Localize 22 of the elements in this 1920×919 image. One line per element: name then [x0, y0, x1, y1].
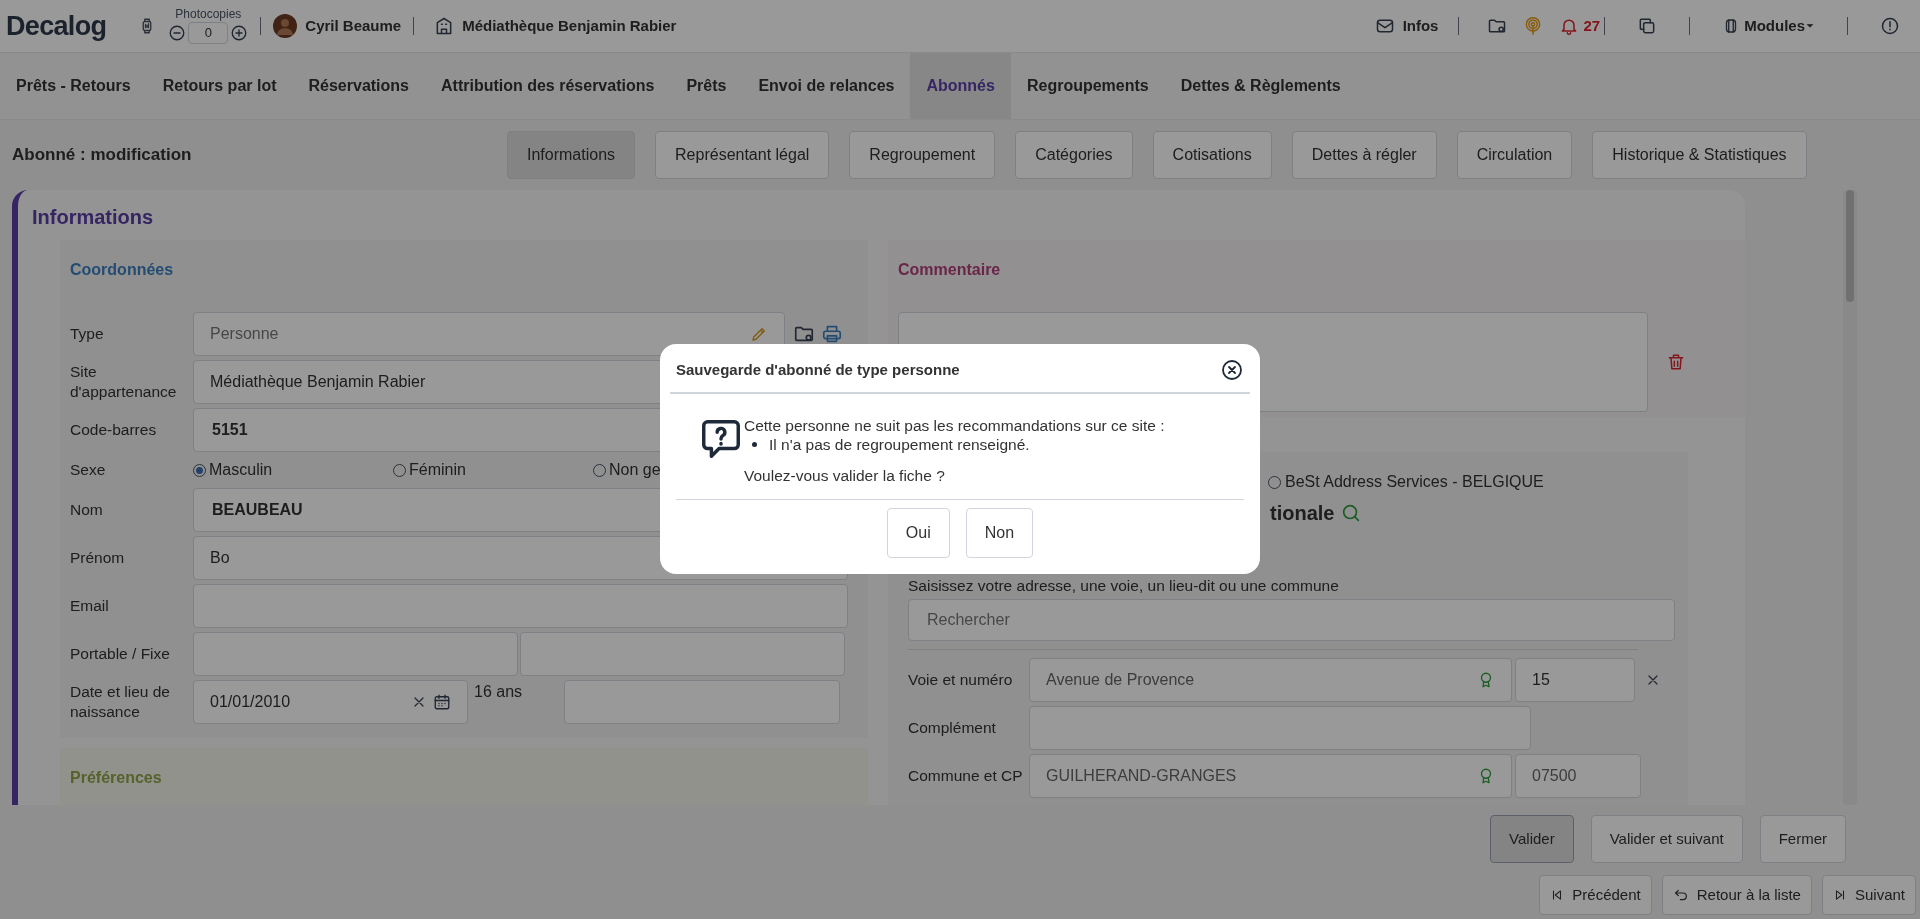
field-label: Sexe: [70, 460, 107, 480]
dialog-question: Voulez-vous valider la fiche ?: [744, 466, 946, 485]
field-label: Site d'appartenance: [70, 362, 178, 402]
field-label: Code-barres: [70, 420, 158, 440]
field-label: Type: [70, 324, 105, 344]
photocopies-label: Photocopies: [175, 8, 242, 20]
page-title: Abonné : modification: [12, 144, 193, 167]
age-text: 16 ans: [473, 682, 524, 702]
panel-title: Coordonnées: [70, 260, 175, 280]
section-heading: tionale: [1270, 501, 1335, 526]
field-label: Voie et numéro: [908, 670, 1014, 691]
panel-title: Commentaire: [898, 260, 1002, 280]
field-label: Complément: [908, 718, 997, 739]
field-label: Commune et CP: [908, 766, 1024, 787]
field-label: Prénom: [70, 548, 126, 568]
panel-title: Préférences: [70, 768, 163, 788]
field-label: Date et lieu de naissance: [70, 682, 171, 722]
field-label: Portable / Fixe: [70, 644, 171, 664]
field-label: Email: [70, 596, 110, 616]
hint-text: Saisissez votre adresse, une voie, un lieu-dit ou une commune: [908, 576, 1340, 596]
field-label: Nom: [70, 500, 104, 520]
section-title: Informations: [31, 205, 155, 230]
